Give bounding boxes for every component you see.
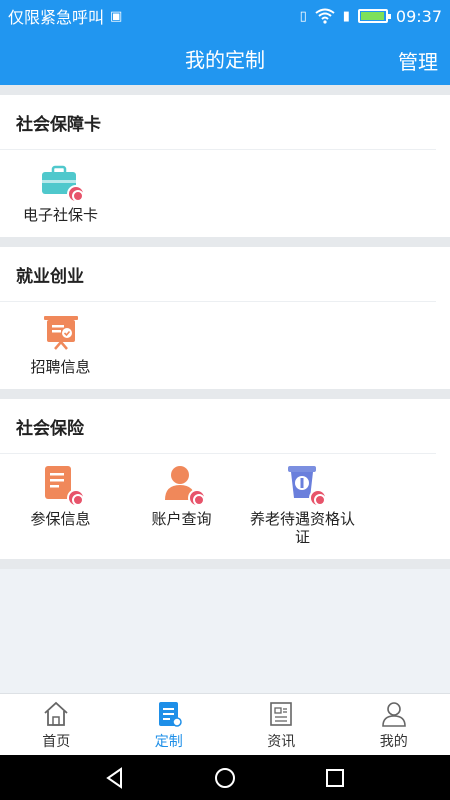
bottom-tab-bar: 首页 定制 资讯 我的 <box>0 693 450 755</box>
separator <box>0 389 450 399</box>
image-notification-icon: ▣ <box>110 8 123 24</box>
news-icon <box>270 702 293 726</box>
tab-label: 资讯 <box>267 734 296 750</box>
tab-customize[interactable]: 定制 <box>113 694 226 755</box>
tile-label: 招聘信息 <box>30 358 91 376</box>
tab-label: 定制 <box>154 734 183 750</box>
user-icon <box>381 702 406 727</box>
tile-label: 账户查询 <box>151 510 212 528</box>
separator <box>0 237 450 247</box>
section-social-security-card: 社会保障卡 电子社保卡 <box>0 95 450 237</box>
tab-label: 首页 <box>42 734 71 750</box>
battery-icon <box>357 9 391 23</box>
tile-electronic-social-card[interactable]: 电子社保卡 <box>0 160 121 224</box>
tab-news[interactable]: 资讯 <box>225 694 338 755</box>
separator <box>0 85 450 95</box>
social-security-card-icon <box>41 160 85 203</box>
status-time: 09:37 <box>395 6 442 26</box>
separator <box>0 559 450 569</box>
pension-qualification-icon <box>283 464 327 507</box>
tile-pension-qualification[interactable]: 养老待遇资格认证 <box>242 464 363 546</box>
section-title: 社会保险 <box>0 399 436 454</box>
recent-apps-icon[interactable] <box>324 767 346 789</box>
tile-label: 电子社保卡 <box>22 206 98 224</box>
account-query-icon <box>162 464 206 507</box>
tab-mine[interactable]: 我的 <box>338 694 450 755</box>
insurance-info-icon <box>41 464 85 507</box>
section-title: 社会保障卡 <box>0 95 436 150</box>
section-social-insurance: 社会保险 参保信息 账户查询 养老待遇资格认证 <box>0 399 450 559</box>
wifi-icon <box>315 8 335 24</box>
tile-insurance-info[interactable]: 参保信息 <box>0 464 121 546</box>
vibrate-icon: ▯ <box>299 8 307 24</box>
recruitment-info-icon <box>41 312 81 352</box>
back-icon[interactable] <box>104 766 126 789</box>
tab-label: 我的 <box>379 734 408 750</box>
tile-account-query[interactable]: 账户查询 <box>121 464 242 546</box>
manage-button[interactable]: 管理 <box>398 46 438 75</box>
sim-icon: ▮ <box>342 8 350 24</box>
section-employment: 就业创业 招聘信息 <box>0 247 450 389</box>
app-header: 我的定制 管理 <box>0 32 450 85</box>
system-nav-bar <box>0 755 450 800</box>
section-title: 就业创业 <box>0 247 436 302</box>
status-bar: 仅限紧急呼叫 ▣ ▯ ▮ 09:37 <box>0 0 450 32</box>
tab-home[interactable]: 首页 <box>0 694 113 755</box>
home-icon <box>44 701 68 726</box>
carrier-text: 仅限紧急呼叫 <box>8 8 105 27</box>
customize-icon <box>158 702 182 727</box>
tile-label: 参保信息 <box>30 510 91 528</box>
page-title: 我的定制 <box>185 48 265 72</box>
tile-label: 养老待遇资格认证 <box>249 510 355 546</box>
home-circle-icon[interactable] <box>214 767 236 789</box>
tile-recruitment-info[interactable]: 招聘信息 <box>0 312 121 376</box>
